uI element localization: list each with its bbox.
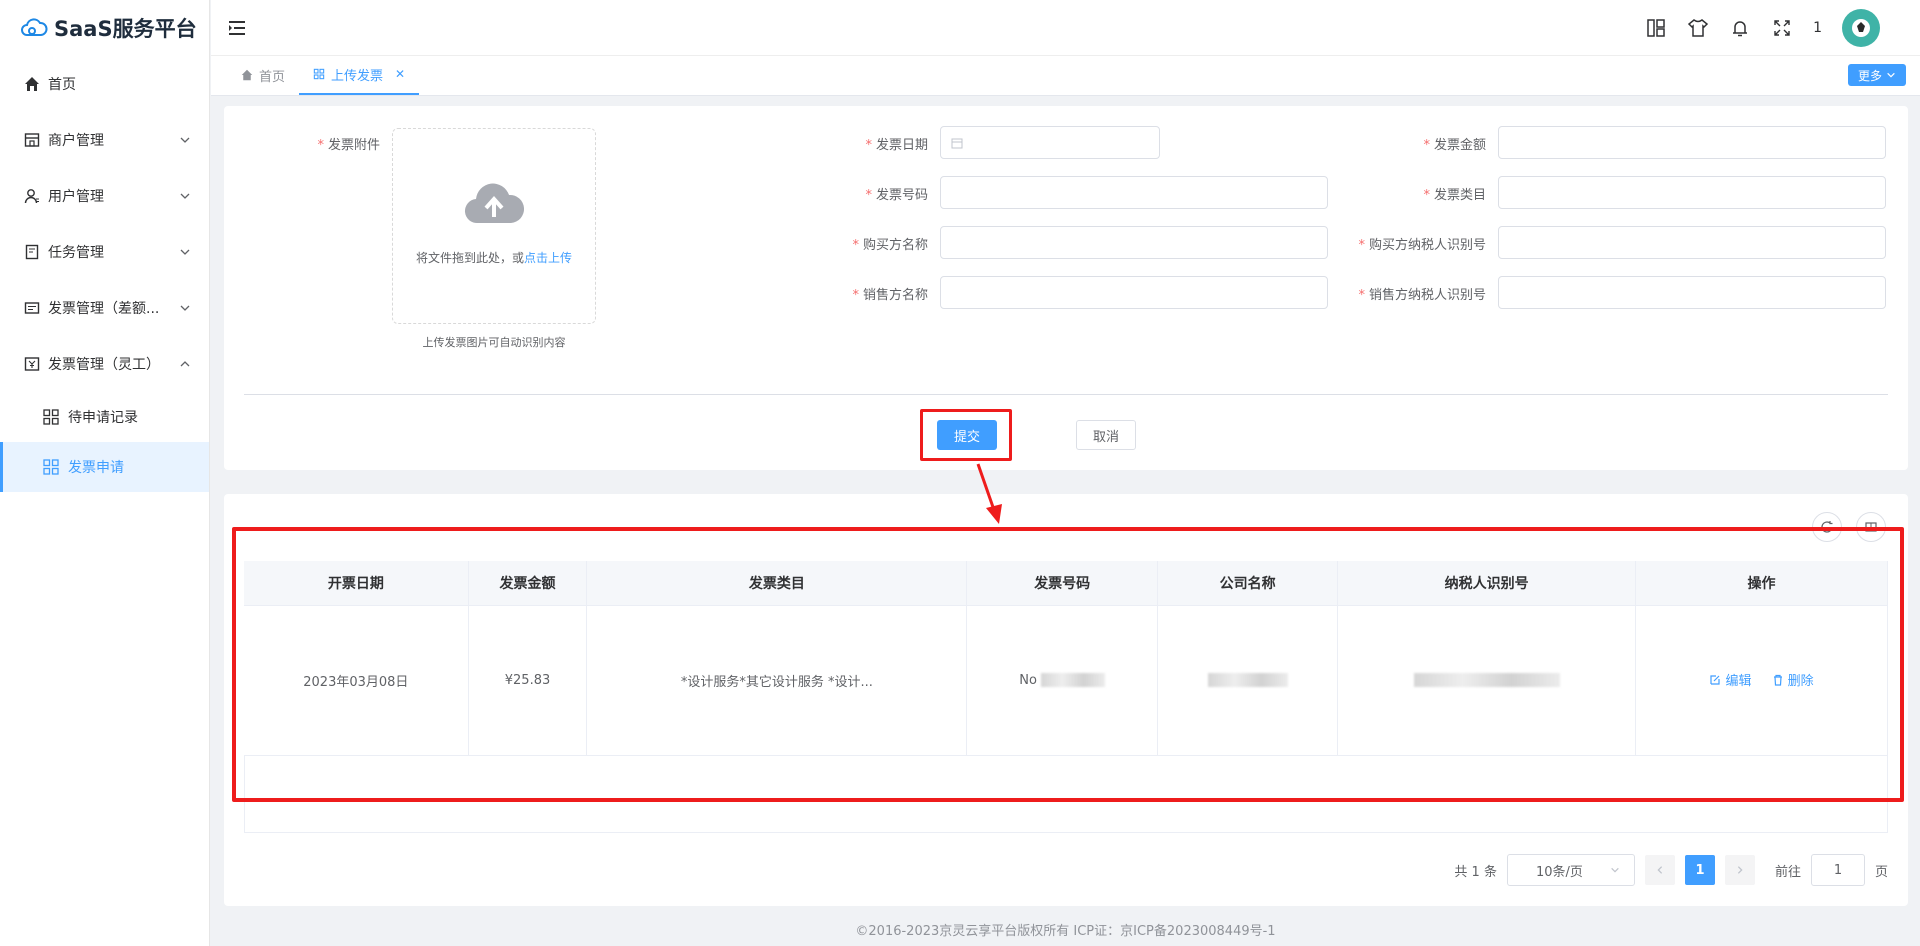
form-divider (244, 394, 1888, 395)
sidebar-subitem-pending[interactable]: 待申请记录 (0, 392, 209, 442)
invoice-amount-label: * 发票金额 (1423, 138, 1486, 153)
sidebar-item-label: 发票管理（差额... (48, 301, 160, 317)
prev-page-button[interactable] (1644, 855, 1675, 885)
invoice-date-field[interactable] (940, 126, 1160, 159)
chevron-down-icon (1887, 72, 1895, 78)
sidebar-item-label: 首页 (48, 77, 76, 93)
next-page-button[interactable] (1724, 855, 1755, 885)
chevron-down-icon (180, 193, 190, 199)
sidebar-item-label: 用户管理 (48, 189, 104, 205)
invoice-icon (22, 298, 42, 318)
sidebar-item-merchant[interactable]: 商户管理 (0, 112, 209, 168)
sidebar-item-label: 任务管理 (48, 245, 104, 261)
calendar-icon (951, 138, 963, 149)
tab-label: 上传发票 (331, 68, 384, 84)
page-size-select[interactable]: 10条/页 (1506, 854, 1635, 886)
sidebar-subitem-invoice-apply[interactable]: 发票申请 (0, 442, 209, 492)
chevron-down-icon (180, 137, 190, 143)
upload-link[interactable]: 点击上传 (524, 251, 572, 265)
user-id-text: 1 (1813, 20, 1822, 36)
tab-home[interactable]: 首页 (227, 55, 299, 95)
home-icon (241, 69, 253, 81)
seller-name-label: * 销售方名称 (852, 288, 928, 303)
chevron-down-icon (180, 249, 190, 255)
buyer-name-field[interactable] (940, 226, 1328, 259)
more-button-label: 更多 (1857, 68, 1882, 83)
logo[interactable]: SaaS服务平台 (0, 0, 209, 56)
app-title: SaaS服务平台 (54, 17, 197, 41)
menu-toggle-icon[interactable] (227, 18, 247, 38)
header-actions: 1 (1645, 0, 1880, 56)
sidebar: SaaS服务平台 首页 商户管理 用户管理 任务管理 发票管理（差额... 发票… (0, 0, 210, 946)
seller-tax-field[interactable] (1498, 276, 1886, 309)
upload-text: 将文件拖到此处，或点击上传 (415, 251, 573, 265)
invoice-number-field[interactable] (940, 176, 1328, 209)
buyer-tax-label: * 购买方纳税人识别号 (1358, 238, 1486, 253)
chevron-up-icon (180, 361, 190, 367)
grid-icon (43, 459, 59, 475)
task-icon (22, 242, 42, 262)
shirt-icon[interactable] (1687, 17, 1709, 39)
seller-name-field[interactable] (940, 276, 1328, 309)
cloud-logo-icon (21, 18, 48, 36)
upload-tip: 上传发票图片可自动识别内容 (422, 336, 566, 349)
total-count: 共 1 条 (1454, 864, 1497, 880)
sidebar-item-label: 商户管理 (48, 133, 104, 149)
page-button[interactable]: 1 (1684, 855, 1715, 885)
close-icon[interactable]: ✕ (395, 67, 405, 81)
grid-icon (313, 68, 325, 80)
seller-tax-label: * 销售方纳税人识别号 (1358, 288, 1486, 303)
invoice-category-label: * 发票类目 (1423, 188, 1486, 203)
sidebar-item-tasks[interactable]: 任务管理 (0, 224, 209, 280)
bell-icon[interactable] (1729, 17, 1751, 39)
grid-icon (43, 409, 59, 425)
invoice-category-field[interactable] (1498, 176, 1886, 209)
yen-invoice-icon (22, 354, 42, 374)
annotation-arrow (976, 463, 1002, 524)
upload-dropzone[interactable]: 将文件拖到此处，或点击上传 (392, 128, 596, 324)
fullscreen-icon[interactable] (1771, 17, 1793, 39)
attachment-label: * 发票附件 (317, 138, 380, 153)
sidebar-item-invoice-diff[interactable]: 发票管理（差额... (0, 280, 209, 336)
tab-label: 首页 (259, 69, 286, 85)
sidebar-item-invoice-flex[interactable]: 发票管理（灵工） (0, 336, 209, 392)
buyer-name-label: * 购买方名称 (852, 238, 928, 253)
tabs-bar: 首页 上传发票 ✕ 更多 (211, 56, 1920, 96)
chevron-right-icon (1737, 866, 1743, 874)
goto-label: 前往 (1774, 864, 1801, 880)
goto-page-input[interactable]: 1 (1810, 854, 1865, 886)
invoice-date-label: * 发票日期 (865, 138, 928, 153)
annotation-box-submit (920, 409, 1012, 461)
invoice-number-label: * 发票号码 (865, 188, 928, 203)
chevron-down-icon (1611, 867, 1619, 873)
avatar[interactable] (1842, 9, 1880, 47)
sidebar-subitem-label: 待申请记录 (68, 410, 138, 426)
annotation-box-table (232, 527, 1904, 802)
sidebar-item-label: 发票管理（灵工） (48, 357, 160, 373)
more-button[interactable]: 更多 (1847, 64, 1906, 86)
sidebar-subitem-label: 发票申请 (68, 460, 124, 476)
footer-copyright: ©2016-2023京灵云享平台版权所有 ICP证：京ICP备202300844… (855, 924, 1276, 939)
invoice-amount-field[interactable] (1498, 126, 1886, 159)
chevron-left-icon (1657, 866, 1663, 874)
home-icon (22, 74, 42, 94)
sidebar-item-home[interactable]: 首页 (0, 56, 209, 112)
layout-icon[interactable] (1645, 17, 1667, 39)
top-header: 1 (211, 0, 1920, 56)
buyer-tax-field[interactable] (1498, 226, 1886, 259)
chevron-down-icon (180, 305, 190, 311)
cancel-button[interactable]: 取消 (1076, 420, 1136, 450)
page-suffix: 页 (1874, 864, 1888, 880)
pagination: 共 1 条 10条/页 1 前往 1 页 (1454, 854, 1888, 886)
cloud-upload-icon (465, 183, 524, 224)
sidebar-item-users[interactable]: 用户管理 (0, 168, 209, 224)
user-icon (22, 186, 42, 206)
tab-upload-invoice[interactable]: 上传发票 ✕ (299, 55, 420, 95)
shop-icon (22, 130, 42, 150)
